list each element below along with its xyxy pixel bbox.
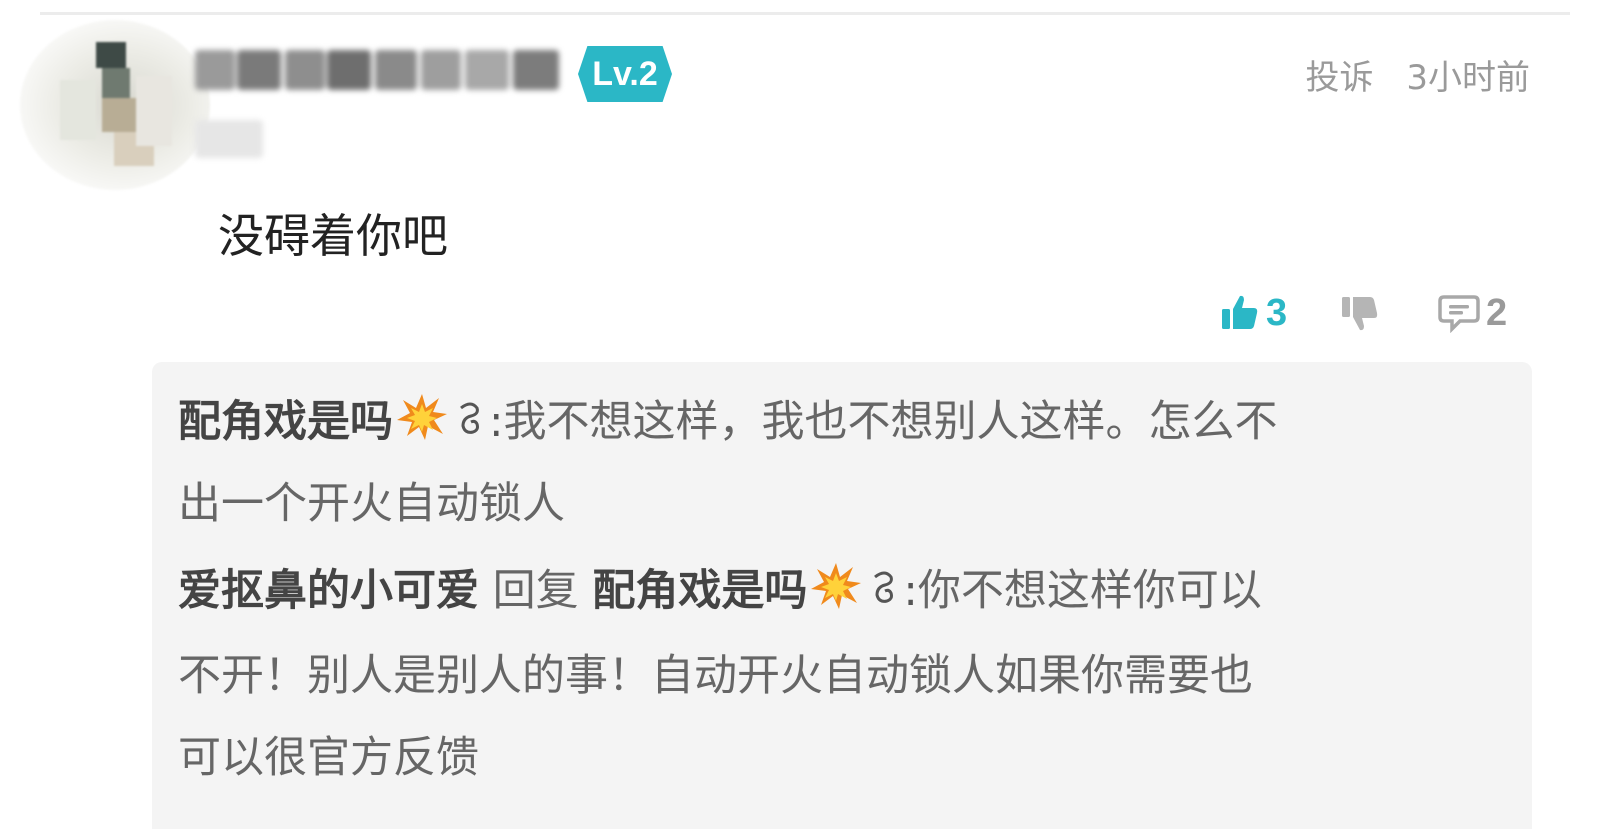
reply-count-button[interactable]: 2 xyxy=(1438,285,1507,341)
reply-2-text-cont: 不开！别人是别人的事！自动开火自动锁人如果你需要也 xyxy=(178,651,1253,701)
dislike-button[interactable] xyxy=(1340,285,1380,341)
reply-2-text-cont-2: 可以很官方反馈 xyxy=(178,733,479,783)
username-blurred[interactable] xyxy=(195,42,565,98)
reply-1-line-2[interactable]: 出一个开火自动锁人 xyxy=(178,474,565,534)
divider xyxy=(40,12,1570,15)
level-badge: Lv.2 xyxy=(578,46,672,102)
separator: : xyxy=(903,566,918,616)
swirl-icon xyxy=(867,567,901,627)
thumbs-down-icon xyxy=(1340,293,1380,333)
reply-2-line-3[interactable]: 可以很官方反馈 xyxy=(178,728,479,788)
separator: : xyxy=(489,397,504,447)
timestamp: 3小时前 xyxy=(1406,58,1530,98)
reply-2-target-nick[interactable]: 配角戏是吗 xyxy=(592,566,807,616)
reply-1-line-1[interactable]: 配角戏是吗:我不想这样，我也不想别人这样。怎么不 xyxy=(178,392,1278,458)
reply-2-nick[interactable]: 爱抠鼻的小可爱 xyxy=(178,566,479,616)
reply-2-text: 你不想这样你可以 xyxy=(917,566,1262,616)
comment-thread: Lv.2 投诉 3小时前 没碍着你吧 3 2 配角戏是吗:我不想这样，我也不想… xyxy=(0,0,1600,829)
like-count: 3 xyxy=(1266,291,1288,334)
speech-bubble-icon xyxy=(1438,293,1480,333)
reply-1-nick[interactable]: 配角戏是吗 xyxy=(178,397,393,447)
comment-text: 没碍着你吧 xyxy=(218,209,448,263)
reply-2-line-1[interactable]: 爱抠鼻的小可爱 回复 配角戏是吗:你不想这样你可以 xyxy=(178,561,1262,627)
user-subtitle-blurred xyxy=(195,120,263,158)
reply-word: 回复 xyxy=(492,566,579,616)
thumbs-up-icon xyxy=(1220,293,1260,333)
reply-1-text-cont: 出一个开火自动锁人 xyxy=(178,479,565,529)
reply-2-line-2[interactable]: 不开！别人是别人的事！自动开火自动锁人如果你需要也 xyxy=(178,646,1253,706)
explosion-icon xyxy=(395,392,449,458)
explosion-icon xyxy=(809,561,863,627)
like-button[interactable]: 3 xyxy=(1220,285,1287,341)
reply-1-text: 我不想这样，我也不想别人这样。怎么不 xyxy=(503,397,1278,447)
swirl-icon xyxy=(453,398,487,458)
avatar[interactable] xyxy=(20,20,210,190)
reply-count: 2 xyxy=(1486,291,1508,334)
report-link[interactable]: 投诉 xyxy=(1306,58,1374,98)
comment-meta: 投诉 3小时前 xyxy=(1306,50,1530,99)
